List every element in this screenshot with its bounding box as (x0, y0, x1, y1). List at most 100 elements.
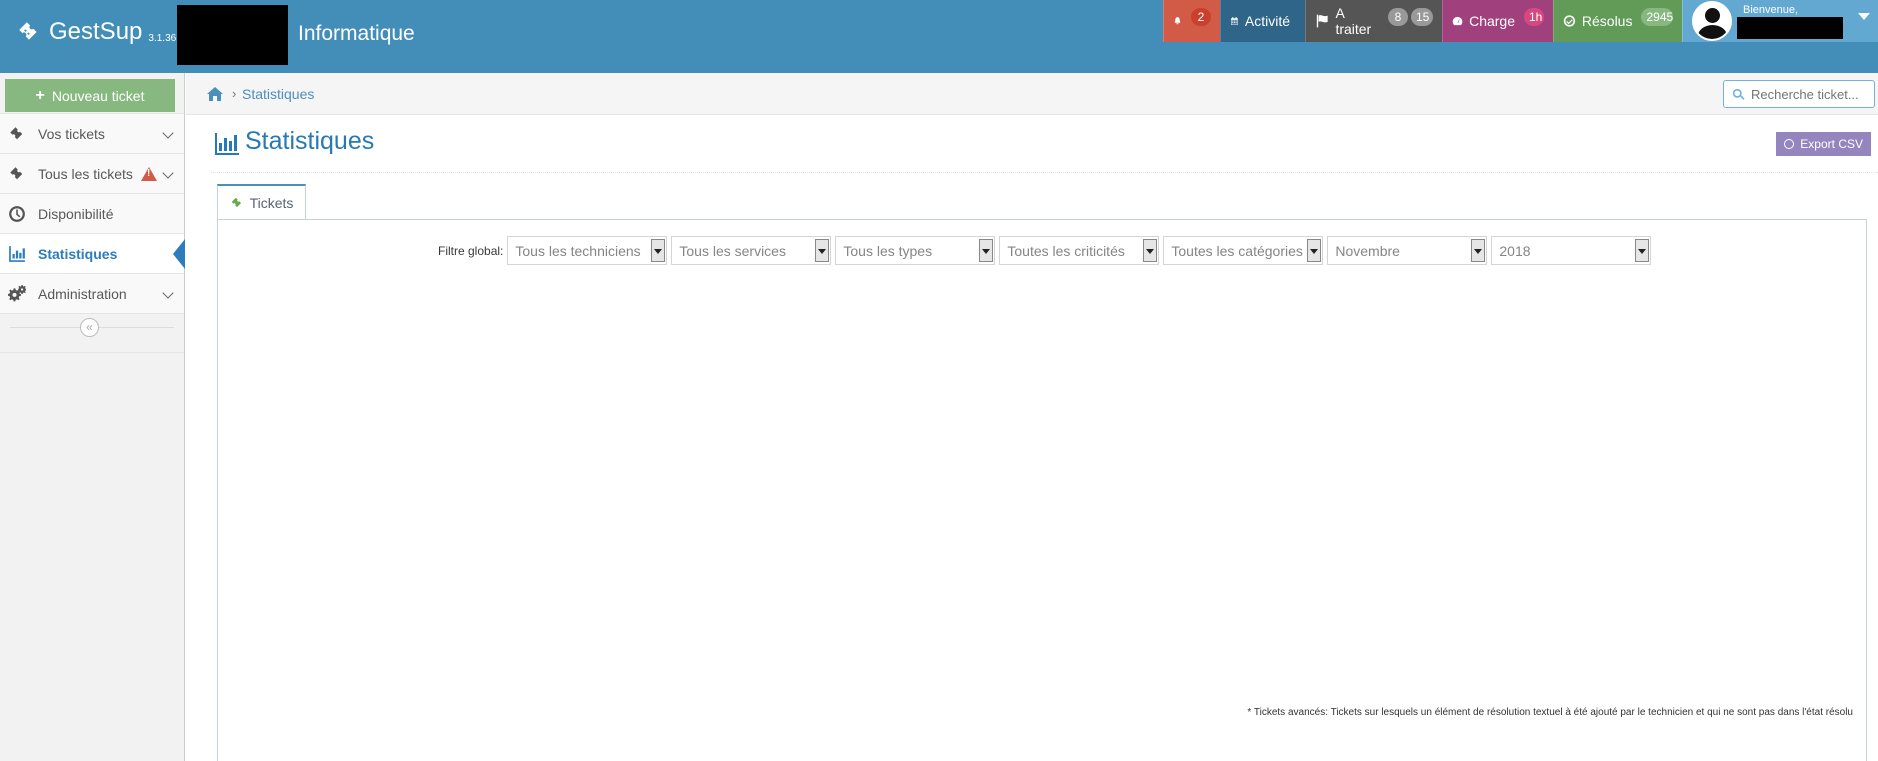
category-select[interactable]: Toutes les catégories (1163, 236, 1324, 265)
sidebar-item-availability[interactable]: Disponibilité (0, 193, 184, 233)
nav-charge[interactable]: Charge 1h (1442, 0, 1553, 42)
check-circle-icon (1563, 15, 1576, 27)
charge-label: Charge (1469, 13, 1515, 29)
chevron-down-icon (162, 167, 174, 179)
tab-content-panel (217, 219, 1867, 761)
sidebar-collapse-area: « (0, 313, 184, 353)
technician-select[interactable]: Tous les techniciens (507, 236, 668, 265)
top-navbar: GestSup 3.1.36 Informatique 2 Activité A… (0, 0, 1878, 73)
bar-chart-icon (9, 245, 25, 262)
todo-count-badge-2: 15 (1410, 8, 1433, 26)
clock-icon (9, 205, 25, 222)
nav-resolved[interactable]: Résolus 2945 (1553, 0, 1682, 42)
criticality-select[interactable]: Toutes les criticités (999, 236, 1160, 265)
download-icon (1784, 139, 1795, 149)
sidebar-item-label: Vos tickets (38, 125, 105, 142)
year-value: 2018 (1499, 242, 1531, 259)
chevron-down-icon (162, 287, 174, 299)
tab-tickets[interactable]: Tickets (217, 184, 306, 220)
sidebar-item-label: Statistiques (38, 245, 118, 262)
flag-icon (1316, 14, 1328, 28)
dropdown-arrow-icon (1635, 239, 1650, 262)
calendar-icon (1231, 17, 1238, 25)
dropdown-arrow-icon (815, 239, 830, 262)
sidebar-item-statistics[interactable]: Statistiques (0, 233, 185, 273)
page-title: Statistiques (245, 127, 375, 155)
sidebar-item-all-tickets[interactable]: Tous les tickets (0, 153, 184, 193)
footnote: * Tickets avancés: Tickets sur lesquels … (1247, 707, 1853, 718)
avatar-body (1698, 25, 1727, 39)
dropdown-arrow-icon (1143, 239, 1158, 262)
breadcrumb: › Statistiques (186, 73, 1878, 115)
sidebar-item-administration[interactable]: Administration (0, 273, 184, 313)
department-name: Informatique (298, 22, 415, 45)
global-filter-row: Filtre global: Tous les techniciens Tous… (438, 236, 1655, 265)
nav-todo[interactable]: A traiter 8 15 (1305, 0, 1442, 42)
bar-chart-icon (215, 133, 239, 155)
redacted-logo (177, 5, 288, 65)
filter-label: Filtre global: (438, 243, 504, 258)
activity-label: Activité (1244, 13, 1290, 29)
alert-count-badge: 2 (1191, 8, 1211, 26)
tab-label: Tickets (249, 195, 294, 211)
nav-alerts[interactable]: 2 (1163, 0, 1220, 42)
todo-label: A traiter (1335, 5, 1372, 37)
nav-user-menu[interactable]: Bienvenue, (1682, 0, 1878, 42)
type-value: Tous les types (843, 242, 933, 259)
ticket-icon (19, 22, 37, 40)
search-input[interactable] (1751, 86, 1871, 102)
service-select[interactable]: Tous les services (671, 236, 832, 265)
ticket-icon (231, 197, 241, 208)
brand[interactable]: GestSup 3.1.36 (16, 18, 176, 46)
todo-count-badge-1: 8 (1387, 8, 1408, 26)
user-avatar (1692, 1, 1732, 41)
dashboard-icon (1452, 16, 1463, 26)
search-icon (1732, 88, 1745, 100)
export-label: Export CSV (1800, 137, 1863, 151)
sidebar-item-label: Administration (38, 285, 127, 302)
resolved-label: Résolus (1581, 13, 1633, 29)
resolved-count-badge: 2945 (1641, 8, 1673, 26)
sidebar-item-label: Tous les tickets (38, 165, 133, 182)
nav-items: 2 Activité A traiter 8 15 Charge 1h Réso… (1163, 0, 1878, 42)
sidebar: + Nouveau ticket Vos tickets Tous les ti… (0, 73, 185, 761)
page-header: Statistiques Export CSV (211, 115, 1878, 173)
search-box[interactable] (1723, 80, 1875, 108)
technician-value: Tous les techniciens (515, 242, 641, 259)
side-menu: Vos tickets Tous les tickets Disponibili… (0, 113, 185, 353)
dropdown-arrow-icon (651, 239, 666, 262)
dropdown-arrow-icon (1307, 239, 1322, 262)
charge-value-badge: 1h (1524, 8, 1544, 26)
breadcrumb-current[interactable]: Statistiques (242, 86, 314, 102)
month-select[interactable]: Novembre (1327, 236, 1488, 265)
app-version: 3.1.36 (148, 32, 177, 44)
sidebar-item-label: Disponibilité (38, 205, 114, 222)
plus-icon: + (35, 86, 45, 104)
new-ticket-button[interactable]: + Nouveau ticket (5, 79, 175, 112)
redacted-username (1737, 17, 1843, 39)
new-ticket-label: Nouveau ticket (51, 87, 145, 104)
year-select[interactable]: 2018 (1491, 236, 1652, 265)
avatar-head (1705, 8, 1720, 23)
export-csv-button[interactable]: Export CSV (1776, 132, 1871, 156)
month-value: Novembre (1335, 242, 1400, 259)
sidebar-item-my-tickets[interactable]: Vos tickets (0, 113, 184, 153)
ticket-icon (10, 166, 23, 179)
ticket-icon (10, 126, 23, 139)
app-name: GestSup (49, 18, 143, 45)
home-icon[interactable] (206, 86, 224, 102)
breadcrumb-separator: › (232, 86, 237, 101)
service-value: Tous les services (679, 242, 786, 259)
welcome-text: Bienvenue, (1743, 4, 1799, 16)
warning-icon (140, 166, 157, 181)
tab-bar: Tickets (217, 184, 1867, 220)
collapse-sidebar-button[interactable]: « (80, 318, 99, 337)
criticality-value: Toutes les criticités (1007, 242, 1125, 259)
dropdown-arrow-icon (979, 239, 994, 262)
nav-activity[interactable]: Activité (1220, 0, 1305, 42)
dropdown-arrow-icon (1471, 239, 1486, 262)
bell-icon (1174, 17, 1181, 25)
type-select[interactable]: Tous les types (835, 236, 996, 265)
chevron-down-icon (162, 127, 174, 139)
cogs-icon (8, 284, 26, 301)
